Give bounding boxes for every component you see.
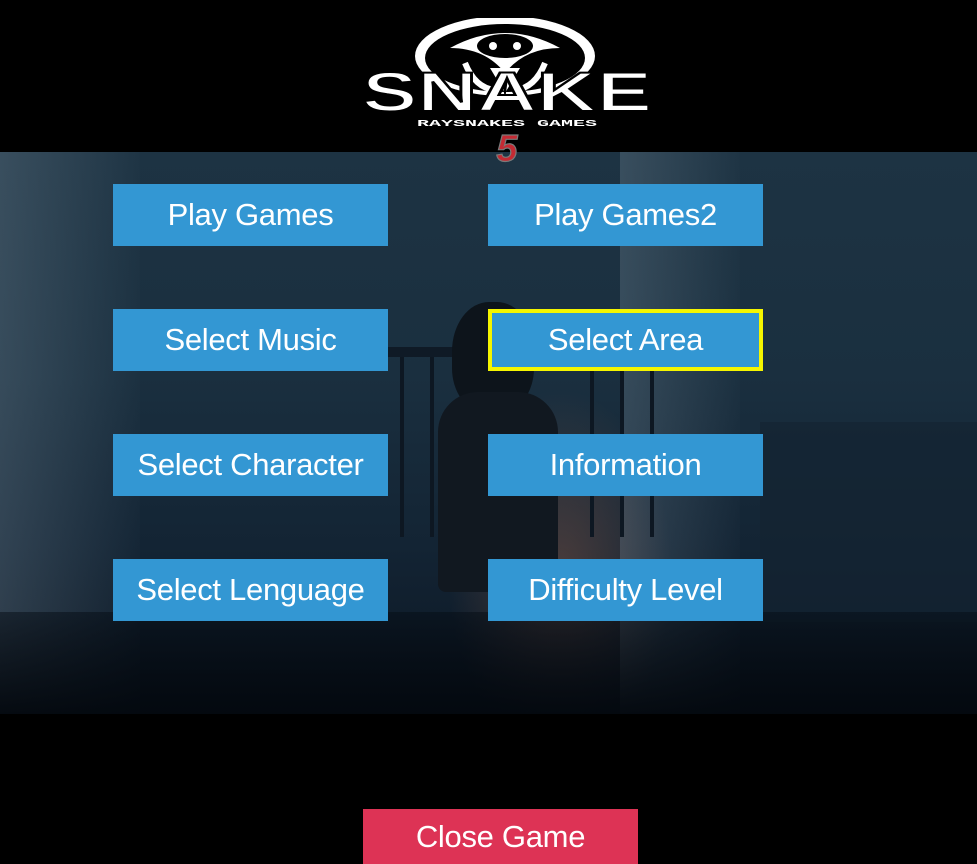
snake-logo: SNAKE RAYSNAKES GAMES 5 [361, 18, 653, 166]
close-game-button[interactable]: Close Game [363, 809, 638, 864]
logo-number: 5 [496, 128, 518, 166]
logo-title: SNAKE [362, 60, 652, 123]
select-area-button[interactable]: Select Area [488, 309, 763, 371]
bed-silhouette [760, 422, 977, 622]
balcony-post [400, 357, 404, 537]
play-games-button[interactable]: Play Games [113, 184, 388, 246]
difficulty-level-button[interactable]: Difficulty Level [488, 559, 763, 621]
play-games2-button[interactable]: Play Games2 [488, 184, 763, 246]
floor-shadow [0, 612, 977, 714]
select-character-button[interactable]: Select Character [113, 434, 388, 496]
select-music-button[interactable]: Select Music [113, 309, 388, 371]
information-button[interactable]: Information [488, 434, 763, 496]
balcony-post [430, 357, 434, 537]
select-language-button[interactable]: Select Lenguage [113, 559, 388, 621]
